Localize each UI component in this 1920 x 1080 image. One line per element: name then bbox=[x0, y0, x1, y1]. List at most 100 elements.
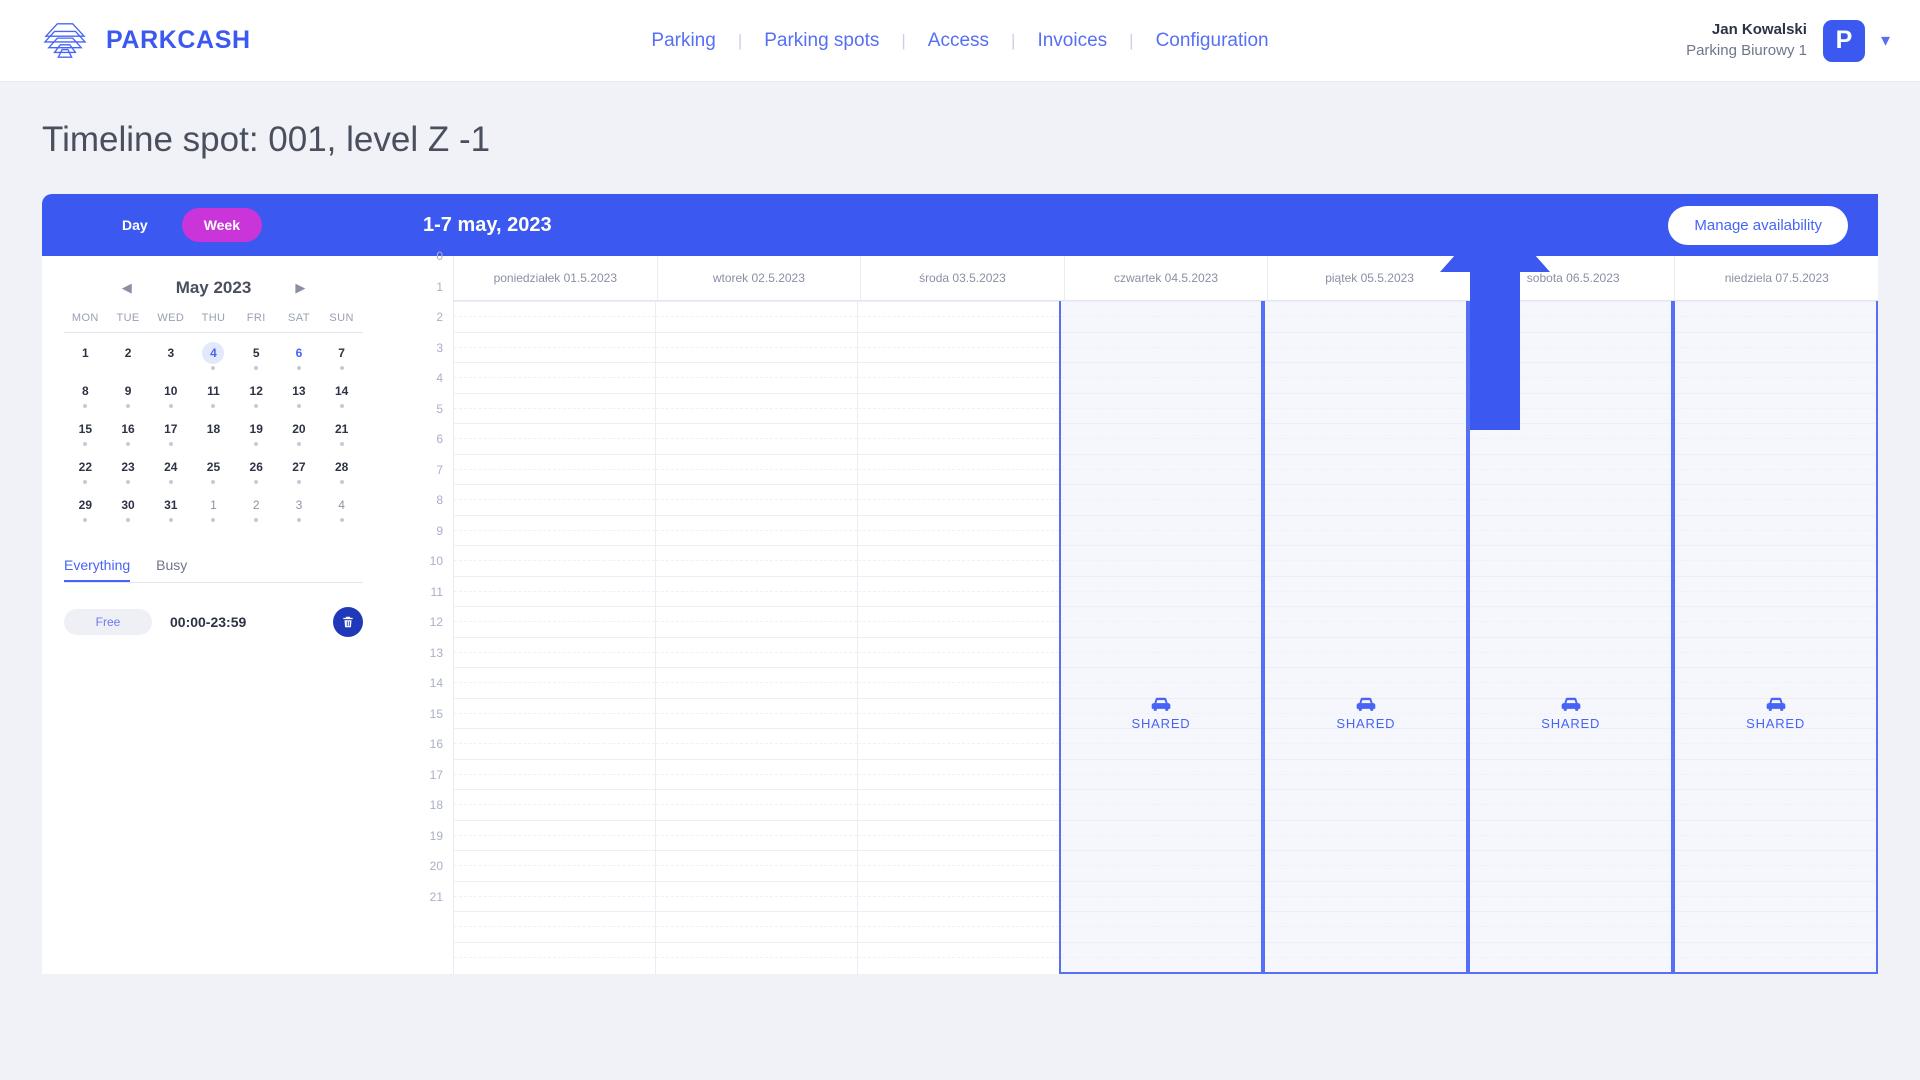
calendar-day-cell[interactable]: 31 bbox=[149, 489, 192, 527]
timeline-hour-slot[interactable] bbox=[1060, 514, 1262, 546]
timeline-hour-slot[interactable] bbox=[1265, 819, 1467, 851]
calendar-day-cell[interactable]: 29 bbox=[64, 489, 107, 527]
timeline-hour-slot[interactable] bbox=[1265, 575, 1467, 607]
timeline-hour-slot[interactable] bbox=[1265, 423, 1467, 454]
calendar-day-cell[interactable]: 9 bbox=[107, 375, 150, 413]
timeline-hour-slot[interactable] bbox=[1470, 545, 1672, 576]
timeline-hour-slot[interactable] bbox=[1470, 423, 1672, 454]
timeline-hour-slot[interactable] bbox=[1060, 850, 1262, 881]
timeline-hour-slot[interactable] bbox=[857, 575, 1059, 607]
timeline-hour-slot[interactable] bbox=[1675, 392, 1877, 424]
timeline-hour-slot[interactable] bbox=[655, 514, 857, 546]
timeline-hour-slot[interactable] bbox=[1265, 392, 1467, 424]
timeline-hour-slot[interactable] bbox=[1675, 575, 1877, 607]
timeline-hour-slot[interactable] bbox=[1470, 331, 1672, 363]
calendar-day-cell[interactable]: 17 bbox=[149, 413, 192, 451]
calendar-day-cell[interactable]: 5 bbox=[235, 337, 278, 375]
timeline-hour-slot[interactable] bbox=[1675, 301, 1877, 332]
nav-item-access[interactable]: Access bbox=[906, 30, 1011, 52]
chevron-left-icon[interactable]: ◀ bbox=[118, 280, 136, 296]
calendar-day-cell[interactable]: 26 bbox=[235, 451, 278, 489]
timeline-hour-slot[interactable] bbox=[1265, 880, 1467, 912]
timeline-hour-slot[interactable] bbox=[454, 728, 655, 759]
timeline-hour-slot[interactable] bbox=[1675, 850, 1877, 881]
timeline-hour-slot[interactable] bbox=[1675, 636, 1877, 668]
timeline-hour-slot[interactable] bbox=[655, 362, 857, 393]
timeline-hour-slot[interactable] bbox=[454, 880, 655, 912]
day-view-button[interactable]: Day bbox=[100, 208, 170, 242]
timeline-hour-slot[interactable] bbox=[1060, 636, 1262, 668]
calendar-day-cell[interactable]: 1 bbox=[192, 489, 235, 527]
timeline-hour-slot[interactable] bbox=[857, 606, 1059, 637]
timeline-hour-slot[interactable] bbox=[655, 636, 857, 668]
timeline-hour-slot[interactable] bbox=[1470, 911, 1672, 942]
timeline-hour-slot[interactable] bbox=[1675, 667, 1877, 698]
timeline-hour-slot[interactable] bbox=[1470, 392, 1672, 424]
timeline-hour-slot[interactable] bbox=[655, 789, 857, 820]
timeline-hour-slot[interactable] bbox=[1470, 362, 1672, 393]
timeline-hour-slot[interactable] bbox=[1470, 636, 1672, 668]
calendar-day-cell[interactable]: 27 bbox=[278, 451, 321, 489]
timeline-hour-slot[interactable] bbox=[1675, 606, 1877, 637]
timeline-hour-slot[interactable] bbox=[1470, 575, 1672, 607]
timeline-hour-slot[interactable] bbox=[1675, 789, 1877, 820]
shared-marker[interactable]: SHARED bbox=[1061, 696, 1262, 731]
tab-everything[interactable]: Everything bbox=[64, 557, 131, 582]
timeline-hour-slot[interactable] bbox=[1265, 545, 1467, 576]
brand-logo-area[interactable]: PARKCASH bbox=[42, 20, 251, 62]
timeline-hour-slot[interactable] bbox=[1470, 728, 1672, 759]
timeline-hour-slot[interactable] bbox=[1265, 941, 1467, 973]
timeline-hour-slot[interactable] bbox=[454, 362, 655, 393]
timeline-hour-slot[interactable] bbox=[857, 545, 1059, 576]
timeline-shared-column[interactable]: SHARED bbox=[1263, 301, 1469, 974]
timeline-day-column[interactable] bbox=[654, 301, 857, 974]
calendar-day-cell[interactable]: 30 bbox=[107, 489, 150, 527]
timeline-shared-column[interactable]: SHARED bbox=[1468, 301, 1674, 974]
timeline-hour-slot[interactable] bbox=[454, 819, 655, 851]
timeline-hour-slot[interactable] bbox=[1060, 880, 1262, 912]
timeline-hour-slot[interactable] bbox=[857, 880, 1059, 912]
timeline-hour-slot[interactable] bbox=[1060, 758, 1262, 790]
calendar-day-cell[interactable]: 15 bbox=[64, 413, 107, 451]
week-view-button[interactable]: Week bbox=[181, 208, 263, 242]
nav-item-configuration[interactable]: Configuration bbox=[1134, 30, 1291, 52]
timeline-hour-slot[interactable] bbox=[1265, 789, 1467, 820]
timeline-hour-slot[interactable] bbox=[1675, 728, 1877, 759]
timeline-hour-slot[interactable] bbox=[655, 911, 857, 942]
calendar-day-cell[interactable]: 20 bbox=[278, 413, 321, 451]
timeline-hour-slot[interactable] bbox=[1470, 789, 1672, 820]
timeline-hour-slot[interactable] bbox=[1060, 545, 1262, 576]
timeline-hour-slot[interactable] bbox=[1470, 667, 1672, 698]
calendar-day-cell[interactable]: 11 bbox=[192, 375, 235, 413]
timeline-hour-slot[interactable] bbox=[454, 423, 655, 454]
calendar-day-cell[interactable]: 2 bbox=[107, 337, 150, 375]
timeline-hour-slot[interactable] bbox=[1265, 514, 1467, 546]
timeline-hour-slot[interactable] bbox=[1470, 606, 1672, 637]
timeline-hour-slot[interactable] bbox=[1470, 514, 1672, 546]
calendar-day-cell[interactable]: 25 bbox=[192, 451, 235, 489]
timeline-hour-slot[interactable] bbox=[655, 850, 857, 881]
timeline-hour-slot[interactable] bbox=[454, 301, 655, 332]
timeline-hour-slot[interactable] bbox=[655, 392, 857, 424]
timeline-hour-slot[interactable] bbox=[857, 331, 1059, 363]
timeline-hour-slot[interactable] bbox=[454, 606, 655, 637]
avatar[interactable]: P bbox=[1822, 19, 1865, 62]
shared-marker[interactable]: SHARED bbox=[1265, 696, 1466, 731]
calendar-day-cell[interactable]: 1 bbox=[64, 337, 107, 375]
calendar-day-cell[interactable]: 13 bbox=[278, 375, 321, 413]
timeline-hour-slot[interactable] bbox=[1060, 423, 1262, 454]
timeline-hour-slot[interactable] bbox=[1060, 392, 1262, 424]
timeline-hour-slot[interactable] bbox=[857, 301, 1059, 332]
timeline-hour-slot[interactable] bbox=[1060, 362, 1262, 393]
timeline-hour-slot[interactable] bbox=[454, 667, 655, 698]
timeline-hour-slot[interactable] bbox=[857, 453, 1059, 485]
manage-availability-button[interactable]: Manage availability bbox=[1668, 205, 1848, 245]
calendar-day-cell[interactable]: 18 bbox=[192, 413, 235, 451]
timeline-hour-slot[interactable] bbox=[655, 941, 857, 973]
timeline-hour-slot[interactable] bbox=[655, 545, 857, 576]
timeline-hour-slot[interactable] bbox=[454, 453, 655, 485]
calendar-day-cell[interactable]: 4 bbox=[192, 337, 235, 375]
timeline-shared-column[interactable]: SHARED bbox=[1058, 301, 1264, 974]
timeline-hour-slot[interactable] bbox=[655, 484, 857, 515]
chevron-down-icon[interactable]: ▾ bbox=[1881, 30, 1890, 51]
